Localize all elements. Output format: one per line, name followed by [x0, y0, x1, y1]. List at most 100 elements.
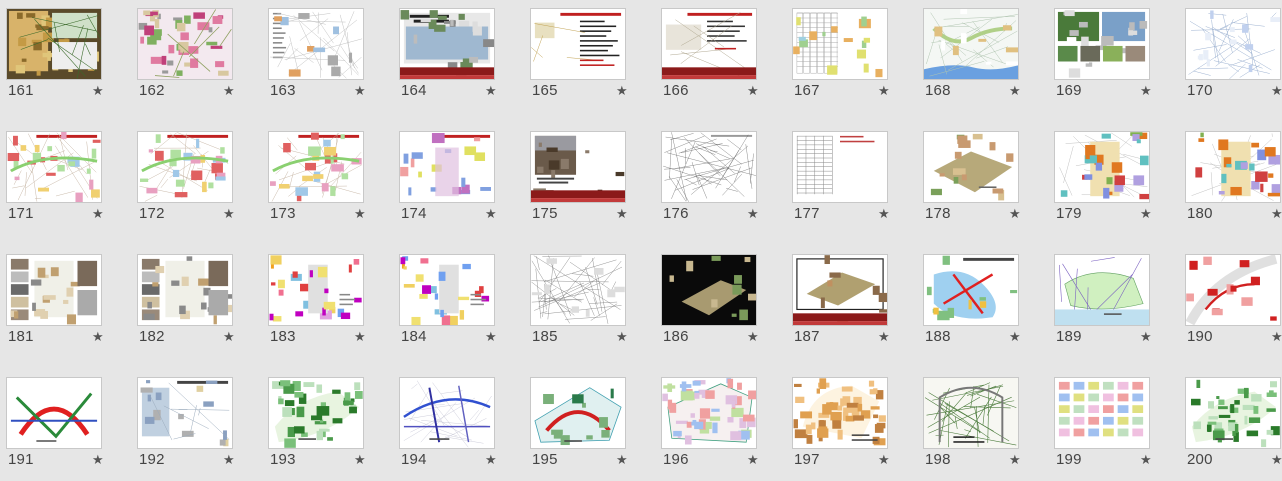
slide-thumbnail-cell[interactable]: 164★ [393, 2, 503, 112]
slide-thumbnail[interactable] [530, 8, 626, 80]
animation-star-icon[interactable]: ★ [485, 83, 497, 99]
animation-star-icon[interactable]: ★ [92, 83, 104, 99]
animation-star-icon[interactable]: ★ [616, 83, 628, 99]
slide-thumbnail[interactable] [399, 131, 495, 203]
slide-thumbnail[interactable] [268, 377, 364, 449]
animation-star-icon[interactable]: ★ [354, 452, 366, 468]
animation-star-icon[interactable]: ★ [616, 329, 628, 345]
slide-thumbnail[interactable] [792, 254, 888, 326]
animation-star-icon[interactable]: ★ [354, 83, 366, 99]
slide-thumbnail-cell[interactable]: 165★ [524, 2, 634, 112]
slide-thumbnail-cell[interactable]: 169★ [1048, 2, 1158, 112]
slide-thumbnail-cell[interactable]: 166★ [655, 2, 765, 112]
slide-thumbnail[interactable] [792, 131, 888, 203]
slide-thumbnail[interactable] [661, 8, 757, 80]
animation-star-icon[interactable]: ★ [1271, 329, 1282, 345]
slide-thumbnail-cell[interactable]: 182★ [131, 248, 241, 358]
animation-star-icon[interactable]: ★ [616, 206, 628, 222]
animation-star-icon[interactable]: ★ [747, 206, 759, 222]
slide-thumbnail-cell[interactable]: 190★ [1179, 248, 1282, 358]
slide-thumbnail-cell[interactable]: 197★ [786, 371, 896, 481]
slide-thumbnail-cell[interactable]: 175★ [524, 125, 634, 235]
animation-star-icon[interactable]: ★ [1271, 83, 1282, 99]
slide-thumbnail-cell[interactable]: 188★ [917, 248, 1027, 358]
slide-thumbnail[interactable] [268, 254, 364, 326]
slide-thumbnail[interactable] [530, 131, 626, 203]
animation-star-icon[interactable]: ★ [878, 329, 890, 345]
slide-thumbnail-cell[interactable]: 180★ [1179, 125, 1282, 235]
animation-star-icon[interactable]: ★ [223, 206, 235, 222]
animation-star-icon[interactable]: ★ [1271, 206, 1282, 222]
slide-thumbnail[interactable] [923, 254, 1019, 326]
animation-star-icon[interactable]: ★ [1140, 206, 1152, 222]
slide-thumbnail-cell[interactable]: 161★ [0, 2, 110, 112]
animation-star-icon[interactable]: ★ [878, 452, 890, 468]
slide-thumbnail-cell[interactable]: 162★ [131, 2, 241, 112]
slide-thumbnail[interactable] [1185, 377, 1281, 449]
animation-star-icon[interactable]: ★ [1009, 83, 1021, 99]
animation-star-icon[interactable]: ★ [223, 329, 235, 345]
animation-star-icon[interactable]: ★ [747, 83, 759, 99]
slide-thumbnail[interactable] [399, 8, 495, 80]
animation-star-icon[interactable]: ★ [878, 83, 890, 99]
slide-thumbnail-cell[interactable]: 181★ [0, 248, 110, 358]
slide-thumbnail-cell[interactable]: 167★ [786, 2, 896, 112]
animation-star-icon[interactable]: ★ [747, 329, 759, 345]
animation-star-icon[interactable]: ★ [616, 452, 628, 468]
slide-thumbnail[interactable] [661, 131, 757, 203]
slide-thumbnail-cell[interactable]: 184★ [393, 248, 503, 358]
slide-thumbnail[interactable] [792, 8, 888, 80]
slide-thumbnail[interactable] [137, 8, 233, 80]
slide-thumbnail[interactable] [6, 254, 102, 326]
slide-thumbnail-cell[interactable]: 163★ [262, 2, 372, 112]
animation-star-icon[interactable]: ★ [1140, 329, 1152, 345]
slide-thumbnail-cell[interactable]: 178★ [917, 125, 1027, 235]
slide-thumbnail-cell[interactable]: 177★ [786, 125, 896, 235]
animation-star-icon[interactable]: ★ [1009, 206, 1021, 222]
slide-thumbnail-cell[interactable]: 186★ [655, 248, 765, 358]
slide-thumbnail-cell[interactable]: 191★ [0, 371, 110, 481]
slide-thumbnail[interactable] [1185, 254, 1281, 326]
slide-thumbnail[interactable] [399, 254, 495, 326]
slide-thumbnail[interactable] [137, 254, 233, 326]
animation-star-icon[interactable]: ★ [1140, 83, 1152, 99]
slide-thumbnail-cell[interactable]: 187★ [786, 248, 896, 358]
slide-thumbnail-cell[interactable]: 168★ [917, 2, 1027, 112]
slide-thumbnail[interactable] [1054, 131, 1150, 203]
slide-thumbnail[interactable] [923, 377, 1019, 449]
animation-star-icon[interactable]: ★ [92, 329, 104, 345]
animation-star-icon[interactable]: ★ [92, 452, 104, 468]
slide-thumbnail-cell[interactable]: 172★ [131, 125, 241, 235]
slide-thumbnail-cell[interactable]: 170★ [1179, 2, 1282, 112]
animation-star-icon[interactable]: ★ [747, 452, 759, 468]
slide-thumbnail[interactable] [792, 377, 888, 449]
slide-thumbnail[interactable] [399, 377, 495, 449]
animation-star-icon[interactable]: ★ [878, 206, 890, 222]
slide-thumbnail[interactable] [530, 254, 626, 326]
slide-thumbnail-cell[interactable]: 194★ [393, 371, 503, 481]
slide-thumbnail[interactable] [1054, 377, 1150, 449]
slide-thumbnail[interactable] [530, 377, 626, 449]
slide-thumbnail-cell[interactable]: 193★ [262, 371, 372, 481]
slide-thumbnail-cell[interactable]: 199★ [1048, 371, 1158, 481]
slide-thumbnail-cell[interactable]: 196★ [655, 371, 765, 481]
slide-thumbnail-cell[interactable]: 173★ [262, 125, 372, 235]
slide-thumbnail[interactable] [661, 254, 757, 326]
slide-thumbnail[interactable] [1054, 254, 1150, 326]
animation-star-icon[interactable]: ★ [223, 83, 235, 99]
animation-star-icon[interactable]: ★ [92, 206, 104, 222]
slide-thumbnail-cell[interactable]: 192★ [131, 371, 241, 481]
animation-star-icon[interactable]: ★ [485, 329, 497, 345]
slide-thumbnail[interactable] [268, 8, 364, 80]
animation-star-icon[interactable]: ★ [1271, 452, 1282, 468]
slide-thumbnail[interactable] [137, 131, 233, 203]
slide-thumbnail[interactable] [268, 131, 364, 203]
slide-thumbnail-cell[interactable]: 200★ [1179, 371, 1282, 481]
slide-thumbnail[interactable] [6, 131, 102, 203]
slide-thumbnail[interactable] [923, 131, 1019, 203]
slide-thumbnail-cell[interactable]: 185★ [524, 248, 634, 358]
slide-thumbnail-cell[interactable]: 174★ [393, 125, 503, 235]
animation-star-icon[interactable]: ★ [354, 329, 366, 345]
slide-thumbnail[interactable] [1185, 8, 1281, 80]
animation-star-icon[interactable]: ★ [354, 206, 366, 222]
